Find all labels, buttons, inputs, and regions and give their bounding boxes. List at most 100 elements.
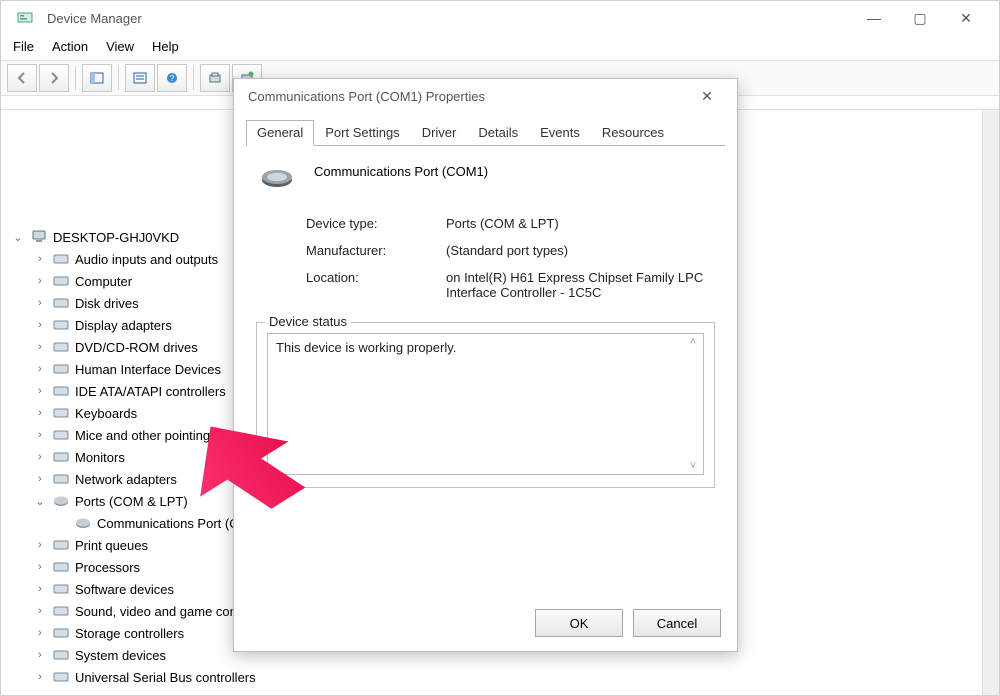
main-window-title: Device Manager <box>47 11 142 26</box>
toolbar-properties-button[interactable] <box>125 64 155 92</box>
node-label: Monitors <box>75 450 125 465</box>
toolbar-back-button[interactable] <box>7 64 37 92</box>
ok-button[interactable]: OK <box>535 609 623 637</box>
maximize-button[interactable]: ▢ <box>897 1 943 35</box>
node-label: Processors <box>75 560 140 575</box>
tab-details[interactable]: Details <box>467 120 529 146</box>
node-icon <box>51 603 71 619</box>
toolbar-help-button[interactable]: ? <box>157 64 187 92</box>
twisty-icon[interactable]: › <box>33 297 47 309</box>
tab-events[interactable]: Events <box>529 120 591 146</box>
node-label: DESKTOP-GHJ0VKD <box>53 230 179 245</box>
twisty-icon[interactable]: › <box>33 671 47 683</box>
node-icon <box>51 383 71 399</box>
manufacturer-label: Manufacturer: <box>306 243 446 258</box>
status-scrollbar[interactable]: ˄˅ <box>685 336 701 472</box>
twisty-icon[interactable]: ⌄ <box>11 231 25 244</box>
twisty-icon[interactable]: › <box>33 407 47 419</box>
node-icon <box>51 471 71 487</box>
dialog-title: Communications Port (COM1) Properties <box>248 89 485 104</box>
node-label: Disk drives <box>75 296 139 311</box>
minimize-button[interactable]: — <box>851 1 897 35</box>
properties-dialog: Communications Port (COM1) Properties ✕ … <box>233 78 738 652</box>
node-icon <box>51 537 71 553</box>
node-label: System devices <box>75 648 166 663</box>
node-icon <box>51 427 71 443</box>
node-icon <box>51 317 71 333</box>
menu-action[interactable]: Action <box>52 39 88 54</box>
node-icon <box>51 647 71 663</box>
node-label: Display adapters <box>75 318 172 333</box>
node-icon <box>51 273 71 289</box>
node-label: Network adapters <box>75 472 177 487</box>
node-icon <box>51 581 71 597</box>
twisty-icon[interactable]: › <box>33 429 47 441</box>
device-large-icon <box>260 164 294 192</box>
toolbar-show-hide-button[interactable] <box>82 64 112 92</box>
device-type-value: Ports (COM & LPT) <box>446 216 715 231</box>
device-status-legend: Device status <box>265 314 351 329</box>
close-button[interactable]: ✕ <box>943 1 989 35</box>
tab-driver[interactable]: Driver <box>411 120 468 146</box>
tab-general[interactable]: General <box>246 120 314 146</box>
twisty-icon[interactable]: › <box>33 363 47 375</box>
twisty-icon[interactable]: › <box>33 649 47 661</box>
tab-row: General Port Settings Driver Details Eve… <box>246 119 725 146</box>
device-type-label: Device type: <box>306 216 446 231</box>
node-icon <box>51 625 71 641</box>
node-icon <box>51 251 71 267</box>
twisty-icon[interactable]: › <box>33 451 47 463</box>
twisty-icon[interactable]: › <box>33 473 47 485</box>
node-icon <box>51 449 71 465</box>
menu-help[interactable]: Help <box>152 39 179 54</box>
tree-scrollbar[interactable] <box>982 110 999 695</box>
node-icon <box>51 493 71 509</box>
menu-bar: File Action View Help <box>1 35 999 60</box>
twisty-icon[interactable]: › <box>33 385 47 397</box>
node-label: Human Interface Devices <box>75 362 221 377</box>
tab-port-settings[interactable]: Port Settings <box>314 120 410 146</box>
location-value: on Intel(R) H61 Express Chipset Family L… <box>446 270 715 300</box>
node-label: Print queues <box>75 538 148 553</box>
node-icon <box>51 361 71 377</box>
manufacturer-value: (Standard port types) <box>446 243 715 258</box>
menu-view[interactable]: View <box>106 39 134 54</box>
twisty-icon[interactable]: › <box>33 627 47 639</box>
node-label: IDE ATA/ATAPI controllers <box>75 384 226 399</box>
main-titlebar[interactable]: Device Manager — ▢ ✕ <box>1 1 999 35</box>
cancel-button[interactable]: Cancel <box>633 609 721 637</box>
node-icon <box>51 669 71 685</box>
node-label: Mice and other pointing devices <box>75 428 258 443</box>
twisty-icon[interactable]: › <box>33 253 47 265</box>
twisty-icon[interactable]: › <box>33 319 47 331</box>
twisty-icon[interactable]: › <box>33 341 47 353</box>
svg-text:?: ? <box>170 74 175 83</box>
tab-body-general: Communications Port (COM1) Device type: … <box>234 146 737 498</box>
tab-resources[interactable]: Resources <box>591 120 675 146</box>
menu-file[interactable]: File <box>13 39 34 54</box>
node-label: Computer <box>75 274 132 289</box>
node-icon <box>51 339 71 355</box>
node-icon <box>51 405 71 421</box>
toolbar-scan-button[interactable] <box>200 64 230 92</box>
twisty-icon[interactable]: › <box>33 539 47 551</box>
node-label: Software devices <box>75 582 174 597</box>
twisty-icon[interactable]: › <box>33 561 47 573</box>
device-status-textbox[interactable]: This device is working properly. ˄˅ <box>267 333 704 475</box>
dialog-titlebar[interactable]: Communications Port (COM1) Properties ✕ <box>234 79 737 113</box>
node-icon <box>51 295 71 311</box>
twisty-icon[interactable]: › <box>33 605 47 617</box>
node-label: Ports (COM & LPT) <box>75 494 188 509</box>
device-status-text: This device is working properly. <box>276 340 456 355</box>
twisty-icon[interactable]: › <box>33 583 47 595</box>
tree-item-18[interactable]: ›Universal Serial Bus controllers <box>11 666 989 688</box>
device-name: Communications Port (COM1) <box>314 164 488 179</box>
toolbar-forward-button[interactable] <box>39 64 69 92</box>
node-icon <box>51 559 71 575</box>
twisty-icon[interactable]: › <box>33 275 47 287</box>
node-icon <box>29 229 49 245</box>
node-label: Storage controllers <box>75 626 184 641</box>
twisty-icon[interactable]: ⌄ <box>33 495 47 508</box>
dialog-close-button[interactable]: ✕ <box>687 79 727 113</box>
node-label: Keyboards <box>75 406 137 421</box>
